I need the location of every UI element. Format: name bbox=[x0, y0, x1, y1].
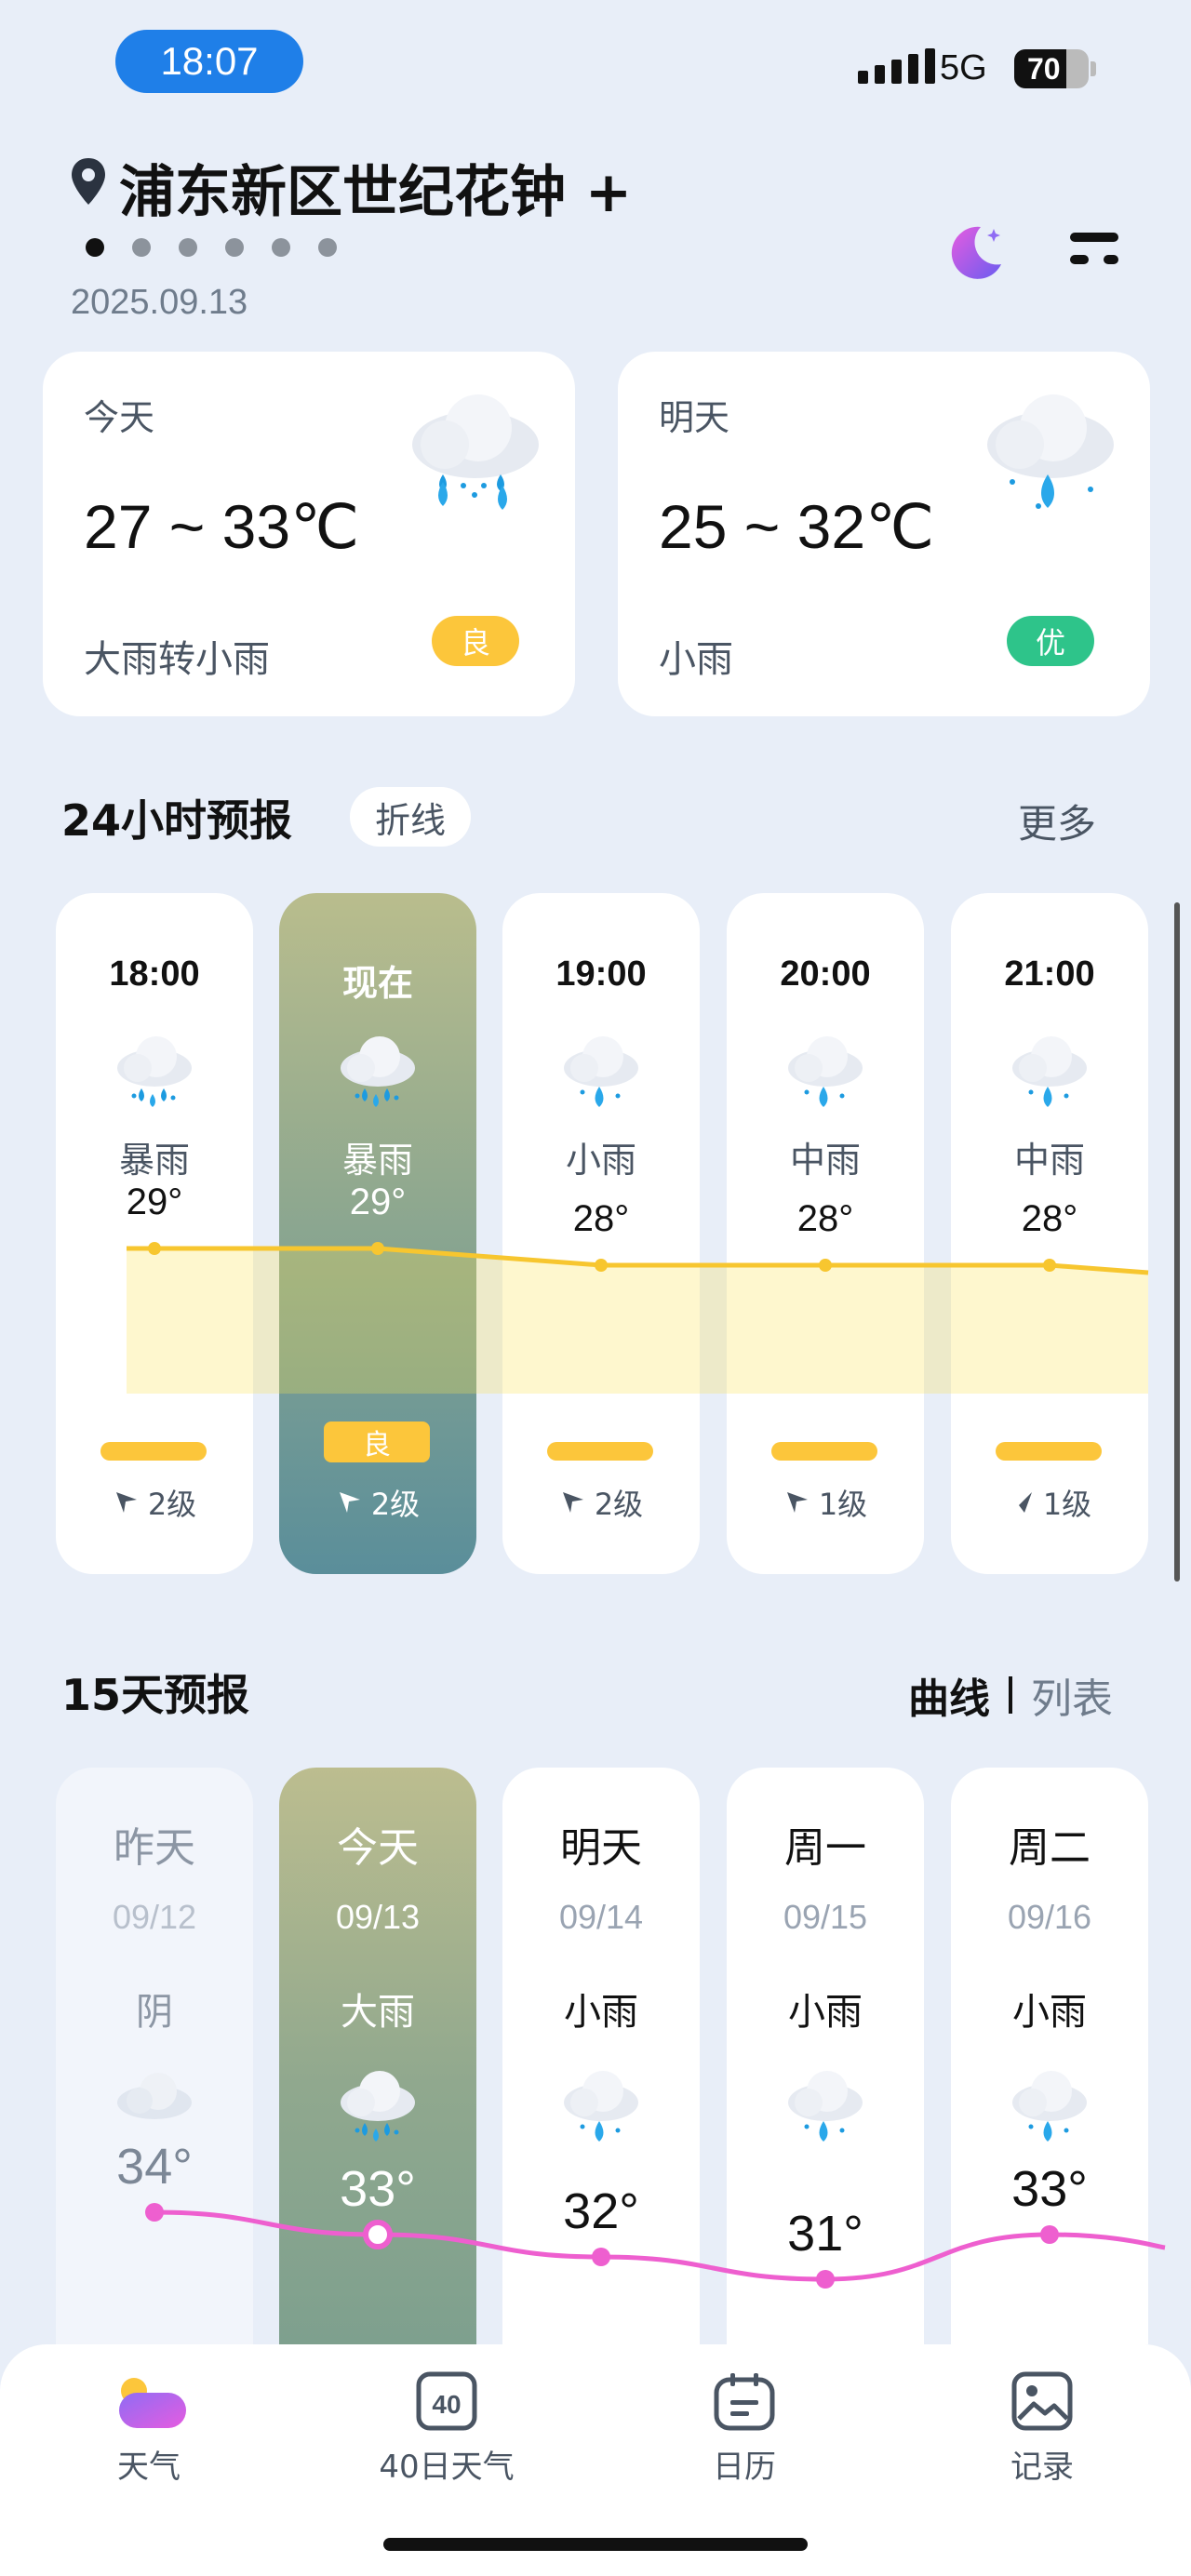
nav-records[interactable]: 记录 bbox=[949, 2370, 1135, 2487]
hourly-temp-point bbox=[819, 1259, 832, 1272]
hour-temp-label: 29° bbox=[349, 1181, 407, 1222]
day-high-temp: 34° bbox=[116, 2139, 193, 2195]
nav-weather-label: 天气 bbox=[117, 2449, 181, 2486]
battery-icon: 70 bbox=[1014, 49, 1089, 88]
pager-dot[interactable] bbox=[272, 238, 290, 257]
daily-temp-chart bbox=[145, 2203, 1166, 2289]
nav-records-label: 记录 bbox=[1010, 2449, 1074, 2486]
hour-temp-label: 29° bbox=[126, 1181, 183, 1222]
day-high-temp: 33° bbox=[1011, 2161, 1088, 2217]
hour-temp-label: 28° bbox=[796, 1198, 854, 1239]
hour-temp-label: 28° bbox=[572, 1198, 630, 1239]
forty-day-icon: 40 bbox=[416, 2371, 477, 2431]
daily-temp-point bbox=[816, 2270, 835, 2289]
battery-tip bbox=[1091, 61, 1096, 76]
forty-day-badge: 40 bbox=[432, 2390, 461, 2419]
weather-icon bbox=[119, 2378, 186, 2428]
gallery-icon bbox=[1011, 2371, 1073, 2431]
tomorrow-description: 小雨 bbox=[659, 638, 733, 681]
view-list-option[interactable]: 列表 bbox=[1031, 1665, 1113, 1725]
nav-forty-day[interactable]: 40 40日天气 bbox=[354, 2370, 540, 2487]
hourly-temp-point bbox=[595, 1259, 608, 1272]
scrollbar[interactable] bbox=[1174, 902, 1180, 1582]
hourly-temp-point bbox=[148, 1242, 161, 1255]
daily-title: 15天预报 bbox=[61, 1670, 250, 1720]
pager-dot[interactable] bbox=[86, 238, 104, 257]
pager-dot[interactable] bbox=[318, 238, 337, 257]
nav-weather[interactable]: 天气 bbox=[56, 2370, 242, 2487]
night-mode-icon[interactable] bbox=[943, 220, 1009, 285]
battery-level: 70 bbox=[1027, 51, 1061, 86]
tomorrow-aqi-badge: 优 bbox=[1007, 616, 1094, 666]
hourly-mode-chip[interactable]: 折线 bbox=[350, 787, 471, 847]
daily-temp-point bbox=[145, 2203, 164, 2222]
location-pager[interactable] bbox=[86, 238, 337, 257]
heavy-rain-icon bbox=[412, 394, 539, 510]
nav-calendar[interactable]: 日历 bbox=[651, 2370, 837, 2487]
pager-dot[interactable] bbox=[179, 238, 197, 257]
menu-icon[interactable] bbox=[1068, 227, 1120, 272]
today-aqi-badge: 良 bbox=[432, 616, 519, 666]
today-description: 大雨转小雨 bbox=[84, 638, 270, 681]
pager-dot[interactable] bbox=[132, 238, 151, 257]
pager-dot[interactable] bbox=[225, 238, 244, 257]
home-indicator[interactable] bbox=[383, 2538, 808, 2551]
daily-view-toggle[interactable]: 曲线 列表 bbox=[908, 1665, 1113, 1725]
nav-calendar-label: 日历 bbox=[713, 2449, 776, 2486]
tomorrow-card[interactable]: 明天 25 ~ 32℃ 小雨 优 bbox=[618, 352, 1150, 716]
daily-temp-point bbox=[1040, 2225, 1059, 2244]
hourly-temp-point bbox=[1043, 1259, 1056, 1272]
view-curve-option[interactable]: 曲线 bbox=[908, 1665, 990, 1725]
hourly-more-link[interactable]: 更多 bbox=[1018, 793, 1096, 849]
day-high-temp: 32° bbox=[563, 2183, 639, 2239]
location-name[interactable]: 浦东新区世纪花钟 + bbox=[119, 147, 632, 228]
today-temp-range: 27 ~ 33℃ bbox=[84, 492, 360, 561]
hour-temp-label: 28° bbox=[1021, 1198, 1078, 1239]
daily-temp-curve bbox=[154, 2209, 1166, 2282]
today-card[interactable]: 今天 27 ~ 33℃ 大雨转小雨 良 bbox=[43, 352, 575, 716]
status-time: 18:07 bbox=[115, 30, 303, 93]
hourly-temp-area bbox=[127, 1248, 1148, 1394]
location-pin-icon bbox=[72, 158, 105, 205]
daily-temp-point bbox=[363, 2220, 393, 2249]
toggle-separator bbox=[1009, 1676, 1012, 1714]
network-label: 5G bbox=[940, 48, 987, 87]
today-label: 今天 bbox=[84, 397, 155, 438]
nav-forty-day-label: 40日天气 bbox=[379, 2449, 515, 2486]
day-high-temp: 33° bbox=[340, 2161, 416, 2217]
current-date: 2025.09.13 bbox=[71, 283, 248, 322]
light-rain-icon bbox=[987, 394, 1114, 509]
calendar-icon bbox=[714, 2373, 775, 2431]
hourly-title: 24小时预报 bbox=[61, 795, 293, 846]
daily-temp-point bbox=[592, 2248, 610, 2266]
hourly-temp-point bbox=[371, 1242, 384, 1255]
day-high-temp: 31° bbox=[787, 2206, 863, 2262]
tomorrow-temp-range: 25 ~ 32℃ bbox=[659, 492, 935, 561]
tomorrow-label: 明天 bbox=[659, 397, 730, 438]
signal-icon bbox=[858, 48, 935, 84]
